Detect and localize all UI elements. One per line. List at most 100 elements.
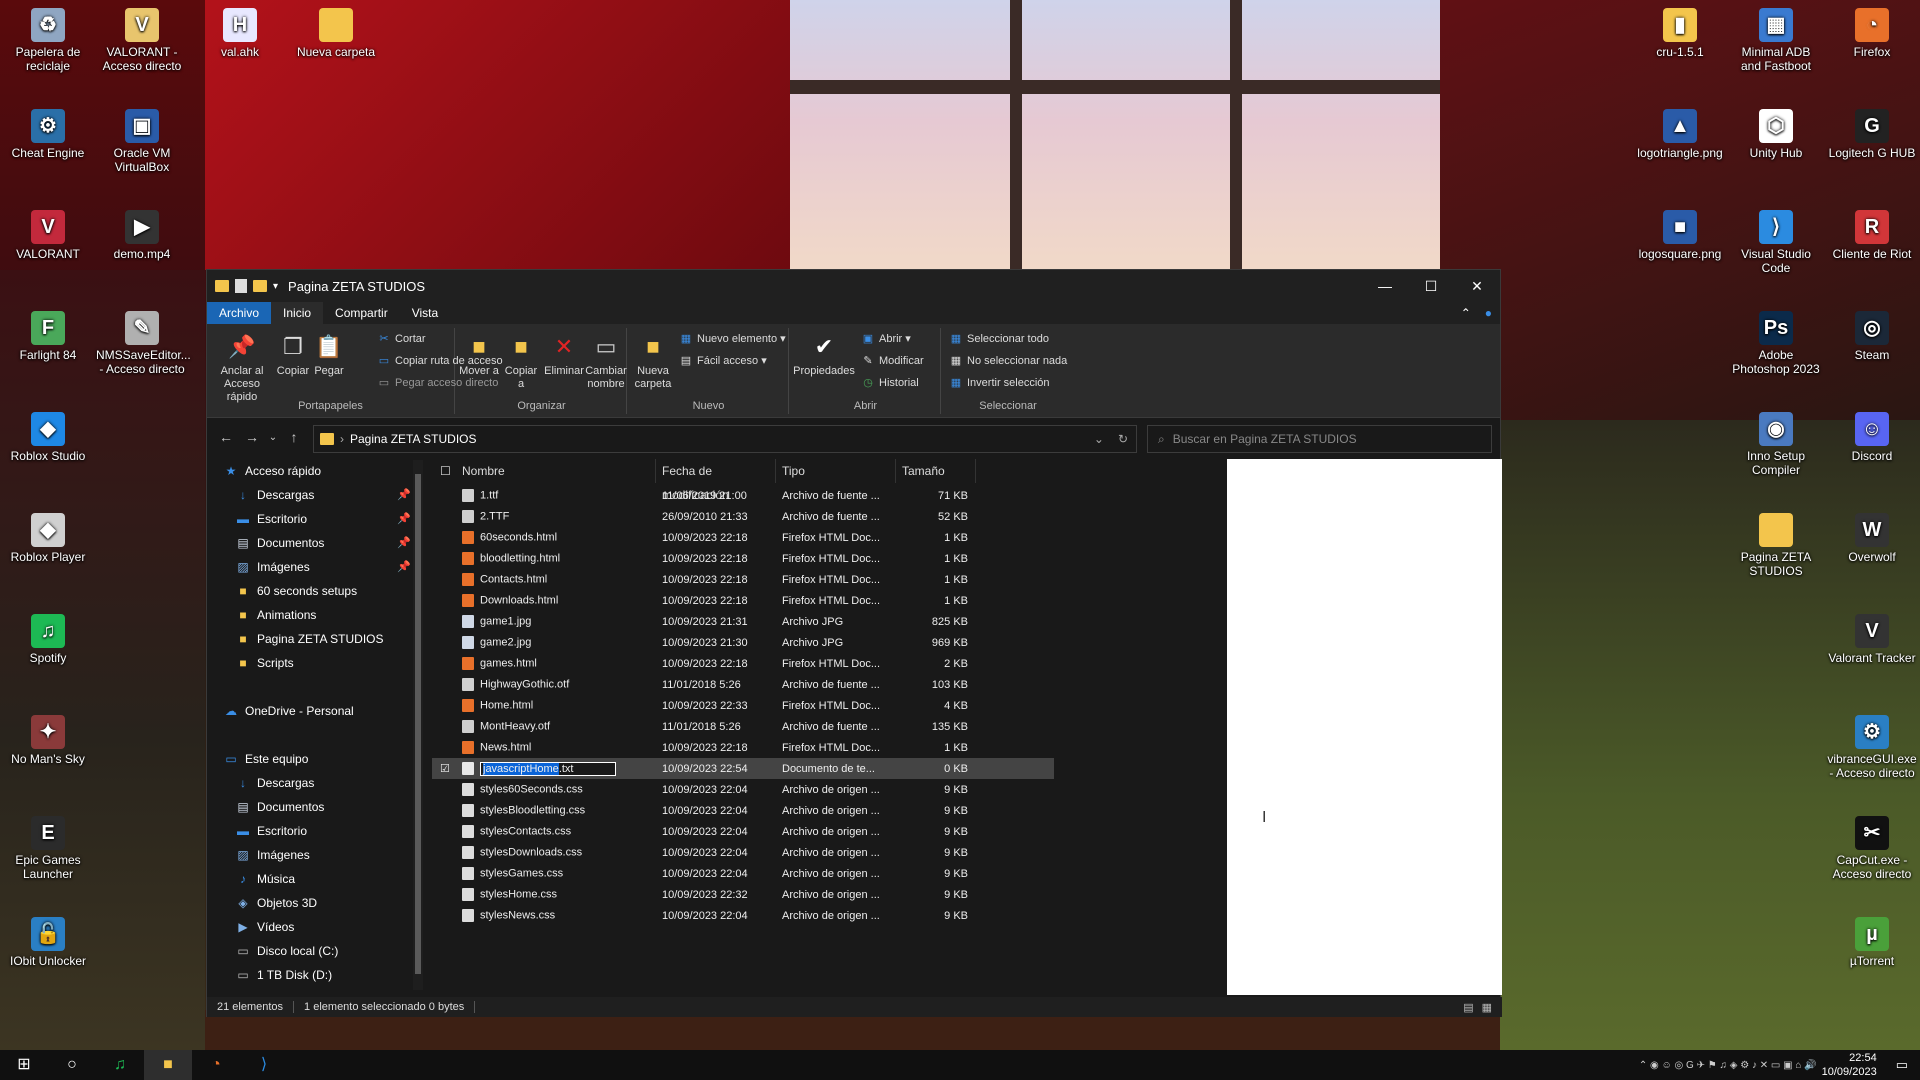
recent-locations-button[interactable]: ⌄ (265, 432, 281, 443)
clock[interactable]: 22:54 10/09/2023 (1822, 1051, 1877, 1079)
spotify-taskbar[interactable]: ♫ (96, 1050, 144, 1080)
desktop-icon[interactable]: V VALORANT (2, 210, 94, 261)
nav-item[interactable]: ▨ Imágenes (207, 843, 423, 867)
desktop-icon[interactable]: ▲ logotriangle.png (1634, 109, 1726, 160)
desktop-icon[interactable]: ♻ Papelera de reciclaje (2, 8, 94, 73)
select-all-button[interactable]: ▦ Seleccionar todo (949, 332, 1049, 345)
copy-button[interactable]: ❐ Copiar (275, 330, 311, 378)
nav-item[interactable]: ▭ Este equipo (207, 747, 423, 771)
file-row[interactable]: games.html 10/09/2023 22:18 Firefox HTML D… (432, 653, 1054, 674)
file-name[interactable]: games.html (456, 657, 656, 670)
search-button[interactable]: ○ (48, 1050, 96, 1080)
column-type[interactable]: Tipo (776, 459, 896, 483)
desktop-icon[interactable]: ✎ NMSSaveEditor... - Acceso directo (96, 311, 191, 376)
up-button[interactable]: ↑ (281, 429, 307, 445)
nav-item[interactable]: ▭ 1 TB Disk (D:) (207, 963, 423, 987)
history-button[interactable]: ◷ Historial (861, 376, 919, 389)
breadcrumb[interactable]: Pagina ZETA STUDIOS (350, 432, 477, 446)
file-name[interactable]: game1.jpg (456, 615, 656, 628)
desktop-icon[interactable]: ♫ Spotify (2, 614, 94, 665)
file-row[interactable]: stylesGames.css 10/09/2023 22:04 Archivo d… (432, 863, 1054, 884)
select-none-button[interactable]: ▦ No seleccionar nada (949, 354, 1068, 367)
file-name[interactable]: HighwayGothic.otf (456, 678, 656, 691)
select-all-checkbox[interactable]: ☐ (432, 459, 456, 483)
desktop-icon[interactable]: Nueva carpeta (290, 8, 382, 59)
file-row[interactable]: game2.jpg 10/09/2023 21:30 Archivo JPG 969 … (432, 632, 1054, 653)
file-explorer-taskbar[interactable]: ■ (144, 1050, 192, 1080)
file-name[interactable]: stylesDownloads.css (456, 846, 656, 859)
desktop-icon[interactable]: ▣ Oracle VM VirtualBox (96, 109, 188, 174)
desktop-icon[interactable]: ⚙ Cheat Engine (2, 109, 94, 160)
file-name[interactable]: Downloads.html (456, 594, 656, 607)
file-name[interactable]: 60seconds.html (456, 531, 656, 544)
desktop-icon[interactable]: ▶ demo.mp4 (96, 210, 188, 261)
desktop-icon[interactable]: F Farlight 84 (2, 311, 94, 362)
maximize-button[interactable]: ☐ (1408, 270, 1454, 302)
invert-selection-button[interactable]: ▦ Invertir selección (949, 376, 1050, 389)
large-icons-view-icon[interactable]: ▦ (1482, 1001, 1492, 1014)
forward-button[interactable]: → (239, 429, 265, 445)
paste-button[interactable]: 📋 Pegar (311, 330, 347, 378)
nav-item[interactable]: ▤ Documentos 📌 (207, 531, 423, 555)
nav-item[interactable]: ♪ Música (207, 867, 423, 891)
desktop-icon[interactable]: ▮ cru-1.5.1 (1634, 8, 1726, 59)
file-name[interactable]: stylesContacts.css (456, 825, 656, 838)
file-row[interactable]: 2.TTF 26/09/2010 21:33 Archivo de fuente .… (432, 506, 1054, 527)
desktop-icon[interactable]: G Logitech G HUB (1826, 109, 1918, 160)
file-row[interactable]: 1.ttf 11/06/2019 21:00 Archivo de fuente .… (432, 485, 1054, 506)
tray-icons[interactable]: ⌃ ◉ ☺ ◎ G ✈ ⚑ ♫ ◈ ⚙ ♪ ✕ ▭ ▣ ⌂ 🔊 (1639, 1060, 1817, 1071)
open-button[interactable]: ▣ Abrir ▾ (861, 332, 911, 345)
column-name[interactable]: Nombre (456, 459, 656, 483)
file-row[interactable]: ☑ javascriptHome.txt 10/09/2023 22:54 Docum… (432, 758, 1054, 779)
nav-item[interactable]: ■ Scripts (207, 651, 423, 675)
file-name[interactable]: stylesBloodletting.css (456, 804, 656, 817)
file-row[interactable]: styles60Seconds.css 10/09/2023 22:04 Archi… (432, 779, 1054, 800)
firefox-taskbar[interactable]: ◔ (192, 1050, 240, 1080)
search-input[interactable]: ⌕ Buscar en Pagina ZETA STUDIOS (1147, 425, 1492, 453)
file-name[interactable]: 1.ttf (456, 489, 656, 502)
refresh-icon[interactable]: ↻ (1118, 432, 1128, 446)
nav-item[interactable]: ▨ Imágenes 📌 (207, 555, 423, 579)
row-checkbox[interactable]: ☑ (432, 762, 456, 775)
file-name[interactable]: game2.jpg (456, 636, 656, 649)
file-row[interactable]: stylesContacts.css 10/09/2023 22:04 Archiv… (432, 821, 1054, 842)
new-folder-button[interactable]: ■ Nueva carpeta (631, 330, 675, 391)
file-name[interactable]: stylesNews.css (456, 909, 656, 922)
file-name[interactable]: News.html (456, 741, 656, 754)
minimize-button[interactable]: — (1362, 270, 1408, 302)
column-date[interactable]: Fecha de modificación (656, 459, 776, 502)
file-name[interactable]: bloodletting.html (456, 552, 656, 565)
desktop-icon[interactable]: ⟩ Visual Studio Code (1730, 210, 1822, 275)
nav-item[interactable]: ◈ Objetos 3D (207, 891, 423, 915)
tab-inicio[interactable]: Inicio (271, 302, 324, 324)
desktop-icon[interactable]: E Epic Games Launcher (2, 816, 94, 881)
file-row[interactable]: Downloads.html 10/09/2023 22:18 Firefox HT… (432, 590, 1054, 611)
copy-to-button[interactable]: ■ Copiar a (501, 330, 541, 391)
nav-item[interactable]: ☁ OneDrive - Personal (207, 699, 423, 723)
desktop-icon[interactable]: Hval.ahk (194, 8, 286, 59)
edit-button[interactable]: ✎ Modificar (861, 354, 923, 367)
cut-button[interactable]: ✂ Cortar (377, 332, 425, 345)
nav-item[interactable]: ■ Pagina ZETA STUDIOS (207, 627, 423, 651)
details-view-icon[interactable]: ▤ (1463, 1001, 1473, 1014)
desktop-icon[interactable]: ◉ Inno Setup Compiler (1730, 412, 1822, 477)
column-size[interactable]: Tamaño (896, 459, 976, 483)
new-item-button[interactable]: ▦ Nuevo elemento ▾ (679, 332, 786, 345)
nav-item[interactable]: ■ Animations (207, 603, 423, 627)
desktop-icon[interactable]: ▦ Minimal ADB and Fastboot (1730, 8, 1822, 73)
nav-item[interactable]: ★ Acceso rápido (207, 459, 423, 483)
back-button[interactable]: ← (213, 429, 239, 445)
file-row[interactable]: stylesNews.css 10/09/2023 22:04 Archivo de… (432, 905, 1054, 926)
delete-button[interactable]: ✕ Eliminar (543, 330, 585, 378)
desktop-icon[interactable]: R Cliente de Riot (1826, 210, 1918, 261)
collapse-ribbon-icon[interactable]: ⌃ (1455, 302, 1477, 324)
nav-item[interactable]: ↓ Descargas 📌 (207, 483, 423, 507)
tab-compartir[interactable]: Compartir (323, 302, 400, 324)
nav-item[interactable]: ▤ Documentos (207, 795, 423, 819)
file-row[interactable]: Contacts.html 10/09/2023 22:18 Firefox HTM… (432, 569, 1054, 590)
desktop-icon[interactable]: V VALORANT - Acceso directo (96, 8, 188, 73)
file-row[interactable]: 60seconds.html 10/09/2023 22:18 Firefox HT… (432, 527, 1054, 548)
properties-icon[interactable] (235, 279, 247, 293)
help-icon[interactable]: ● (1477, 302, 1500, 324)
file-name[interactable]: MontHeavy.otf (456, 720, 656, 733)
